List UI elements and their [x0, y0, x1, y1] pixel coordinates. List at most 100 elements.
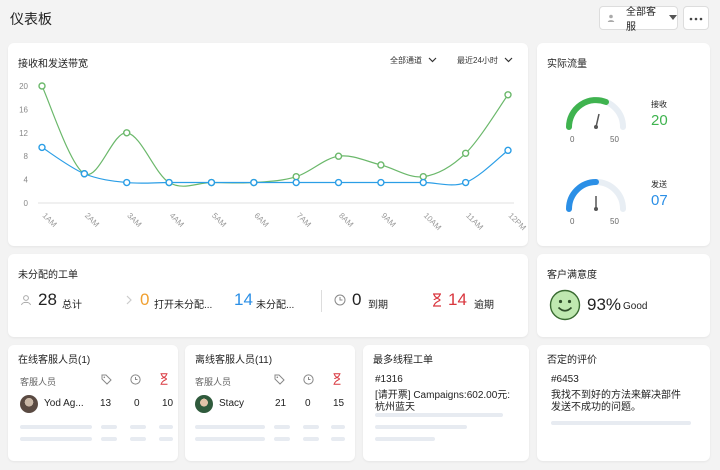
- unassigned-value: 14: [234, 290, 253, 309]
- traffic-title: 实际流量: [547, 59, 587, 70]
- x-tick-label: 3AM: [125, 211, 143, 229]
- agent-count-1: 13: [100, 398, 112, 409]
- due-value: 0: [352, 290, 362, 309]
- placeholder-bar: [331, 437, 345, 441]
- agent-name: Yod Ag...: [44, 398, 84, 409]
- avatar: [20, 395, 38, 413]
- agent-row[interactable]: Yod Ag... 13 0 10: [20, 395, 174, 415]
- satisfaction-label: Good: [623, 301, 648, 312]
- received-min: 0: [570, 135, 575, 144]
- ticket-icon: [101, 374, 112, 388]
- data-point: [461, 149, 470, 157]
- smiley-icon: [549, 289, 581, 324]
- agent-column-header: 客服人员: [20, 377, 57, 387]
- data-point: [377, 161, 385, 169]
- caret-down-icon: [669, 12, 677, 24]
- hourglass-icon: [333, 373, 341, 388]
- sent-max: 50: [610, 217, 619, 226]
- clock-icon: [130, 374, 141, 388]
- data-point: [419, 172, 427, 181]
- x-tick-label: 2AM: [83, 211, 101, 229]
- received-value: 20: [651, 112, 668, 129]
- offline-agents-title: 离线客服人员(11): [195, 355, 273, 366]
- placeholder-bar: [101, 425, 117, 429]
- most-threads-card: 最多线程工单 #1316 [请开票] Campaigns:602.00元: 杭州…: [363, 345, 529, 461]
- received-label: 接收: [651, 100, 667, 109]
- sent-min: 0: [570, 217, 575, 226]
- placeholder-bar: [101, 437, 117, 441]
- negative-reviews-card: 否定的评价 #6453 我找不到好的方法来解决部件 发送不成功的问题。: [537, 345, 710, 461]
- total-label: 总计: [62, 300, 82, 311]
- placeholder-bar: [375, 413, 503, 417]
- negative-reviews-title: 否定的评价: [547, 355, 597, 366]
- kpi-divider: [321, 290, 322, 312]
- placeholder-bar: [130, 425, 146, 429]
- placeholder-bar: [303, 437, 319, 441]
- y-tick-label: 20: [19, 82, 28, 91]
- x-tick-label: 8AM: [337, 211, 355, 229]
- ticket-icon: [274, 374, 285, 388]
- placeholder-bar: [159, 437, 173, 441]
- placeholder-bar: [195, 425, 265, 429]
- unassigned-card: 未分配的工单 28 总计 0 打开未分配... 14 未分配... 0 到期 1…: [8, 254, 528, 337]
- y-tick-label: 0: [24, 199, 29, 208]
- user-icon: [606, 13, 616, 23]
- open-unassigned-value: 0: [140, 290, 150, 309]
- placeholder-bar: [20, 425, 92, 429]
- agent-row[interactable]: Stacy 21 0 15: [195, 395, 345, 415]
- x-tick-label: 11AM: [464, 211, 485, 232]
- x-tick-label: 9AM: [379, 211, 397, 229]
- unassigned-label: 未分配...: [256, 300, 295, 311]
- open-unassigned-label: 打开未分配...: [154, 300, 213, 311]
- data-point: [377, 178, 385, 187]
- overdue-value: 14: [448, 290, 467, 309]
- total-value: 28: [38, 290, 57, 309]
- agent-filter-dropdown[interactable]: 全部客服: [599, 6, 678, 33]
- x-tick-label: 10AM: [422, 211, 443, 232]
- due-label: 到期: [368, 300, 388, 311]
- placeholder-bar: [375, 425, 467, 429]
- data-point: [504, 146, 512, 155]
- more-icon: [689, 12, 703, 24]
- offline-agents-card: 离线客服人员(11) 客服人员 Stacy 21 0 15: [185, 345, 355, 461]
- placeholder-bar: [130, 437, 146, 441]
- hourglass-icon: [432, 293, 442, 310]
- y-tick-label: 16: [19, 105, 28, 114]
- more-button[interactable]: [683, 6, 709, 30]
- agent-count-3: 10: [162, 398, 174, 409]
- satisfaction-value: 93%: [587, 295, 622, 314]
- data-point: [38, 82, 46, 90]
- agent-name: Stacy: [219, 398, 245, 409]
- placeholder-bar: [159, 425, 173, 429]
- x-tick-label: 5AM: [210, 211, 228, 229]
- placeholder-bar: [303, 425, 319, 429]
- satisfaction-card: 客户满意度 93% Good: [537, 254, 710, 337]
- online-agents-title: 在线客服人员(1): [18, 355, 91, 366]
- ticket-id[interactable]: #1316: [375, 374, 403, 385]
- clock-icon: [334, 294, 346, 309]
- x-tick-label: 1AM: [41, 211, 59, 229]
- data-point: [292, 172, 300, 181]
- review-id[interactable]: #6453: [551, 374, 579, 385]
- x-tick-label: 6AM: [252, 211, 270, 229]
- y-tick-label: 4: [24, 176, 29, 185]
- data-point: [250, 178, 258, 187]
- placeholder-bar: [331, 425, 345, 429]
- data-point: [123, 178, 131, 187]
- data-point: [207, 178, 216, 187]
- data-point: [504, 91, 512, 99]
- y-tick-label: 8: [24, 152, 29, 161]
- data-point: [38, 143, 46, 152]
- placeholder-bar: [375, 437, 435, 441]
- data-point: [461, 178, 470, 187]
- placeholder-bar: [274, 437, 290, 441]
- x-tick-label: 12PM: [507, 211, 528, 232]
- agent-column-header: 客服人员: [195, 377, 232, 387]
- online-agents-card: 在线客服人员(1) 客服人员 Yod Ag... 13 0 10: [8, 345, 178, 461]
- agent-filter-label: 全部客服: [626, 7, 656, 33]
- data-point: [292, 178, 300, 187]
- page-title: 仪表板: [10, 11, 52, 27]
- data-point: [334, 152, 343, 160]
- agent-count-2: 0: [305, 398, 311, 409]
- overdue-label: 逾期: [474, 300, 494, 311]
